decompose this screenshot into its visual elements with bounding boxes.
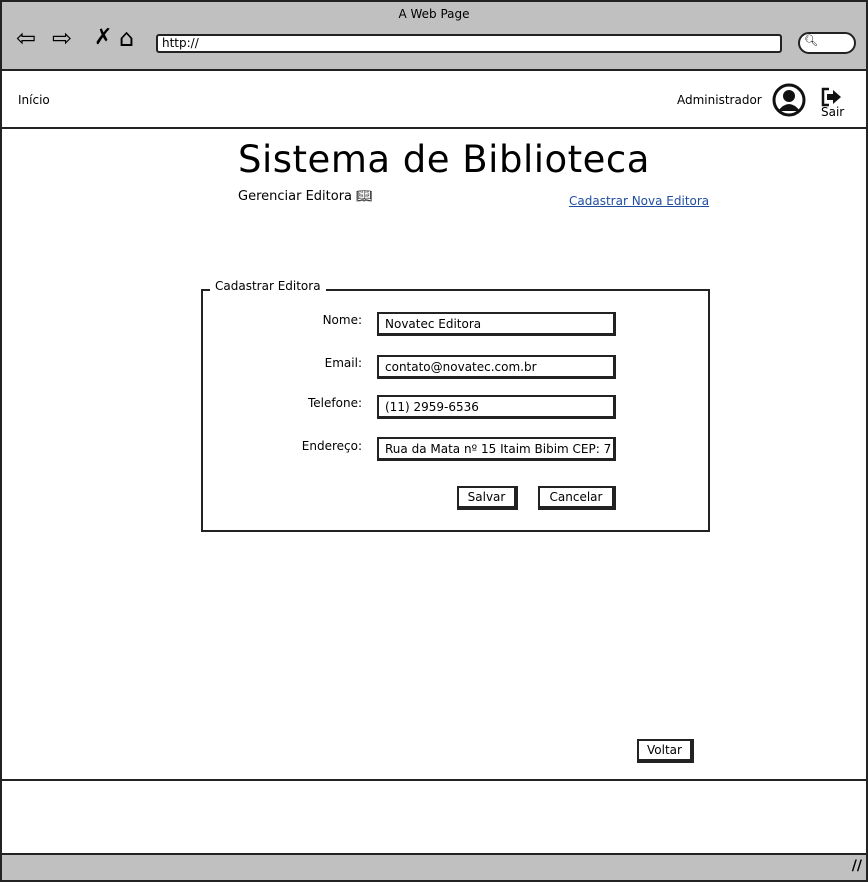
browser-window [0,0,868,882]
